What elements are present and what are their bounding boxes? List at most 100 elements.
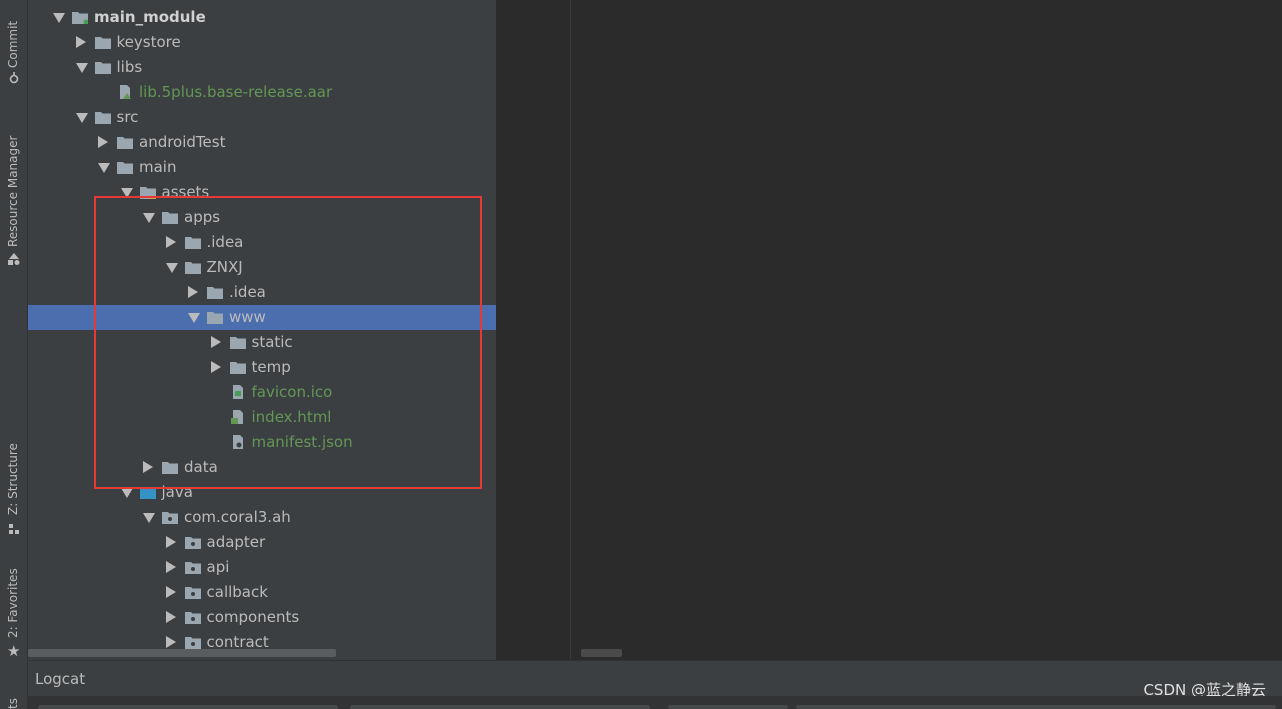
tree-row[interactable]: .idea bbox=[28, 230, 496, 255]
folder-icon bbox=[207, 287, 223, 299]
tree-row-label: static bbox=[251, 333, 293, 351]
tree-row-label: java bbox=[161, 483, 193, 501]
structure-icon bbox=[9, 524, 19, 534]
expand-arrow-right-icon[interactable] bbox=[143, 461, 153, 473]
tree-row[interactable]: ZNXJ bbox=[28, 255, 496, 280]
tree-row-label: keystore bbox=[116, 33, 181, 51]
toolbar-field[interactable] bbox=[350, 705, 650, 709]
expand-arrow-right-icon[interactable] bbox=[210, 336, 221, 348]
folder-icon bbox=[94, 62, 111, 74]
logcat-title: Logcat bbox=[35, 670, 86, 688]
expand-arrow-down-icon[interactable] bbox=[143, 213, 155, 223]
package-icon bbox=[184, 587, 201, 599]
package-icon bbox=[184, 537, 201, 549]
tree-row[interactable]: www bbox=[28, 305, 496, 330]
editor-area[interactable] bbox=[498, 0, 1282, 660]
expand-arrow-right-icon[interactable] bbox=[165, 586, 176, 598]
tree-row-label: components bbox=[206, 608, 300, 626]
tree-row[interactable]: apps bbox=[28, 205, 496, 230]
tree-row[interactable]: data bbox=[28, 455, 496, 480]
resource-manager-tab[interactable]: Resource Manager bbox=[0, 125, 27, 275]
tree-row[interactable]: java bbox=[28, 480, 496, 505]
expand-arrow-right-icon[interactable] bbox=[165, 611, 176, 623]
tree-row[interactable]: index.html bbox=[28, 405, 496, 430]
tree-row-label: callback bbox=[206, 583, 268, 601]
bottom-partial-tab-label: ts bbox=[6, 698, 20, 709]
expand-arrow-down-icon[interactable] bbox=[188, 313, 200, 323]
tree-row[interactable]: .idea bbox=[28, 280, 496, 305]
expand-arrow-down-icon[interactable] bbox=[98, 163, 110, 173]
tree-row-label: main_module bbox=[94, 8, 206, 26]
editor-horizontal-scrollbar[interactable] bbox=[581, 649, 622, 657]
module-folder-icon bbox=[72, 12, 88, 24]
bottom-partial-tab[interactable]: ts bbox=[0, 690, 27, 709]
tree-row[interactable]: lib.5plus.base-release.aar bbox=[28, 80, 496, 105]
tree-row[interactable]: manifest.json bbox=[28, 430, 496, 455]
package-icon bbox=[184, 637, 201, 649]
tree-row-label: com.coral3.ah bbox=[184, 508, 291, 526]
expand-arrow-right-icon[interactable] bbox=[98, 136, 108, 148]
left-tool-strip: Commit Resource Manager Z: Structure 2: … bbox=[0, 0, 28, 709]
expand-arrow-down-icon[interactable] bbox=[165, 263, 178, 273]
toolbar-field[interactable] bbox=[668, 705, 788, 709]
tree-row[interactable]: static bbox=[28, 330, 496, 355]
tree-row-label: api bbox=[206, 558, 230, 576]
tree-row[interactable]: api bbox=[28, 555, 496, 580]
image-file-icon bbox=[232, 385, 243, 399]
expand-arrow-right-icon[interactable] bbox=[75, 36, 86, 48]
expand-arrow-down-icon[interactable] bbox=[75, 63, 88, 73]
logcat-panel-header[interactable]: Logcat CSDN @蓝之静云 bbox=[28, 660, 1282, 699]
project-tree-panel: main_module keystore libs lib.5plus.base-re… bbox=[28, 0, 496, 660]
expand-arrow-right-icon[interactable] bbox=[210, 361, 221, 373]
source-folder-icon bbox=[139, 487, 156, 499]
expand-arrow-down-icon[interactable] bbox=[75, 113, 88, 123]
folder-icon bbox=[229, 362, 246, 374]
tree-row-label: lib.5plus.base-release.aar bbox=[139, 83, 333, 101]
structure-tab-label: Z: Structure bbox=[6, 443, 20, 515]
expand-arrow-down-icon[interactable] bbox=[53, 13, 65, 23]
tree-row[interactable]: assets bbox=[28, 180, 496, 205]
aar-file-icon bbox=[120, 85, 131, 99]
tree-row[interactable]: adapter bbox=[28, 530, 496, 555]
tree-horizontal-scrollbar[interactable] bbox=[28, 649, 336, 657]
structure-tab[interactable]: Z: Structure bbox=[0, 440, 27, 540]
package-icon bbox=[162, 512, 178, 524]
toolbar-field[interactable] bbox=[796, 705, 1276, 709]
expand-arrow-right-icon[interactable] bbox=[165, 636, 176, 648]
folder-icon bbox=[184, 262, 201, 274]
folder-icon bbox=[162, 462, 178, 474]
tree-row[interactable]: components bbox=[28, 605, 496, 630]
star-icon: ★ bbox=[7, 642, 21, 660]
folder-icon bbox=[162, 212, 178, 224]
folder-icon bbox=[117, 137, 133, 149]
tree-row[interactable]: com.coral3.ah bbox=[28, 505, 496, 530]
tree-row[interactable]: androidTest bbox=[28, 130, 496, 155]
commit-icon bbox=[9, 72, 19, 84]
tree-row-label: index.html bbox=[251, 408, 332, 426]
tree-row[interactable]: libs bbox=[28, 55, 496, 80]
folder-icon bbox=[117, 162, 133, 174]
tree-row-label: apps bbox=[184, 208, 221, 226]
tree-row-label: .idea bbox=[229, 283, 266, 301]
expand-arrow-right-icon[interactable] bbox=[165, 536, 176, 548]
tree-row[interactable]: src bbox=[28, 105, 496, 130]
toolbar-field[interactable] bbox=[38, 705, 338, 709]
expand-arrow-down-icon[interactable] bbox=[143, 513, 155, 523]
tree-row-label: favicon.ico bbox=[251, 383, 333, 401]
commit-tab[interactable]: Commit bbox=[0, 0, 27, 95]
tree-row[interactable]: keystore bbox=[28, 30, 496, 55]
expand-arrow-right-icon[interactable] bbox=[188, 286, 198, 298]
expand-arrow-right-icon[interactable] bbox=[165, 561, 176, 573]
expand-arrow-down-icon[interactable] bbox=[120, 488, 133, 498]
tree-row[interactable]: main bbox=[28, 155, 496, 180]
json-file-icon bbox=[232, 435, 243, 449]
tree-row[interactable]: main_module bbox=[28, 5, 496, 30]
expand-arrow-right-icon[interactable] bbox=[165, 236, 176, 248]
favorites-tab[interactable]: 2: Favorites ★ bbox=[0, 565, 27, 665]
tree-row[interactable]: callback bbox=[28, 580, 496, 605]
tree-row-label: libs bbox=[116, 58, 143, 76]
tree-row[interactable]: temp bbox=[28, 355, 496, 380]
expand-arrow-down-icon[interactable] bbox=[120, 188, 133, 198]
tree-row[interactable]: favicon.ico bbox=[28, 380, 496, 405]
folder-icon bbox=[229, 337, 246, 349]
